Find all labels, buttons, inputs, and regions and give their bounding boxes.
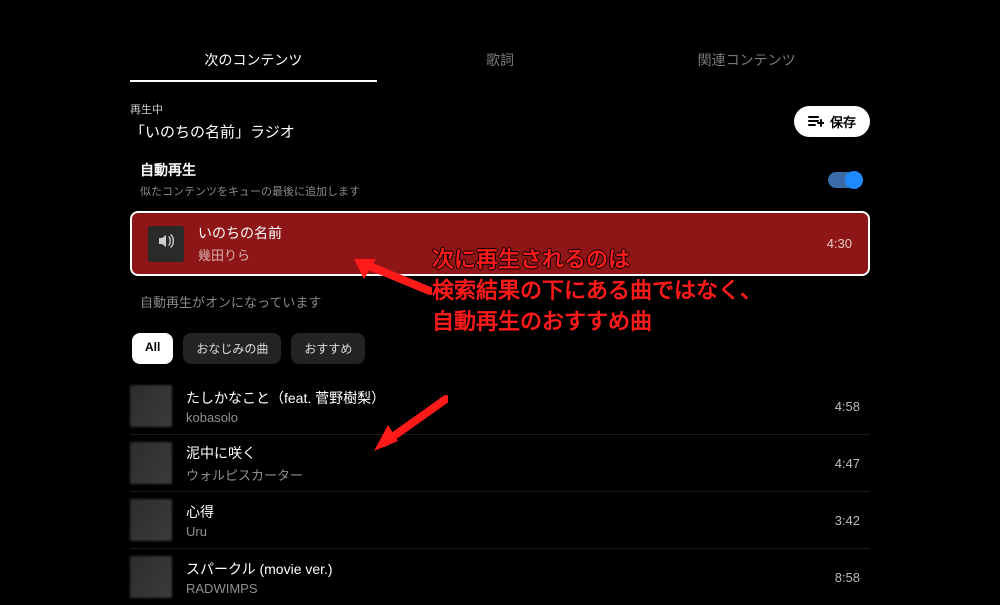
next-track-title: いのちの名前	[198, 223, 813, 243]
save-label: 保存	[830, 112, 856, 131]
list-item[interactable]: 泥中に咲く ウォルピスカーター 4:47	[130, 435, 870, 492]
track-list: たしかなこと（feat. 菅野樹梨） kobasolo 4:58 泥中に咲く ウ…	[130, 378, 870, 605]
now-playing-label: 再生中	[130, 101, 295, 117]
toggle-knob	[845, 171, 863, 189]
track-title: スパークル (movie ver.)	[186, 559, 821, 579]
track-duration: 3:42	[835, 513, 870, 528]
tab-related[interactable]: 関連コンテンツ	[623, 40, 870, 82]
track-duration: 8:58	[835, 570, 870, 585]
track-duration: 4:58	[835, 399, 870, 414]
list-item[interactable]: スパークル (movie ver.) RADWIMPS 8:58	[130, 549, 870, 605]
tab-next[interactable]: 次のコンテンツ	[130, 40, 377, 82]
list-item[interactable]: 心得 Uru 3:42	[130, 492, 870, 549]
track-thumb	[130, 556, 172, 598]
track-artist: RADWIMPS	[186, 581, 821, 596]
now-playing-header: 再生中 「いのちの名前」ラジオ 保存	[130, 101, 870, 142]
playlist-add-icon	[808, 115, 824, 129]
next-track-thumb	[148, 226, 184, 262]
track-duration: 4:47	[835, 456, 870, 471]
track-title: 心得	[186, 502, 821, 522]
track-artist: Uru	[186, 524, 821, 539]
track-thumb	[130, 442, 172, 484]
save-button[interactable]: 保存	[794, 106, 870, 137]
filter-chips: All おなじみの曲 おすすめ	[130, 333, 870, 364]
autoplay-title: 自動再生	[140, 160, 360, 180]
next-track-duration: 4:30	[827, 236, 852, 251]
track-artist: ウォルピスカーター	[186, 465, 821, 484]
autoplay-row: 自動再生 似たコンテンツをキューの最後に追加します	[130, 160, 870, 199]
chip-recommend[interactable]: おすすめ	[291, 333, 365, 364]
tab-lyrics[interactable]: 歌詞	[377, 40, 624, 82]
speaker-icon	[156, 231, 176, 256]
autoplay-toggle[interactable]	[828, 172, 862, 188]
now-playing-title: 「いのちの名前」ラジオ	[130, 121, 295, 142]
track-artist: kobasolo	[186, 410, 821, 425]
track-thumb	[130, 499, 172, 541]
track-title: 泥中に咲く	[186, 443, 821, 463]
queue-panel: 次のコンテンツ 歌詞 関連コンテンツ 再生中 「いのちの名前」ラジオ 保存 自動…	[130, 40, 870, 605]
chip-familiar[interactable]: おなじみの曲	[183, 333, 281, 364]
list-item[interactable]: たしかなこと（feat. 菅野樹梨） kobasolo 4:58	[130, 378, 870, 435]
chip-all[interactable]: All	[132, 333, 173, 364]
autoplay-subtitle: 似たコンテンツをキューの最後に追加します	[140, 183, 360, 199]
autoplay-on-note: 自動再生がオンになっています	[130, 292, 870, 311]
next-track-card[interactable]: いのちの名前 幾田りら 4:30	[130, 211, 870, 276]
next-track-artist: 幾田りら	[198, 245, 813, 264]
track-title: たしかなこと（feat. 菅野樹梨）	[186, 388, 821, 408]
tabs: 次のコンテンツ 歌詞 関連コンテンツ	[130, 40, 870, 83]
track-thumb	[130, 385, 172, 427]
